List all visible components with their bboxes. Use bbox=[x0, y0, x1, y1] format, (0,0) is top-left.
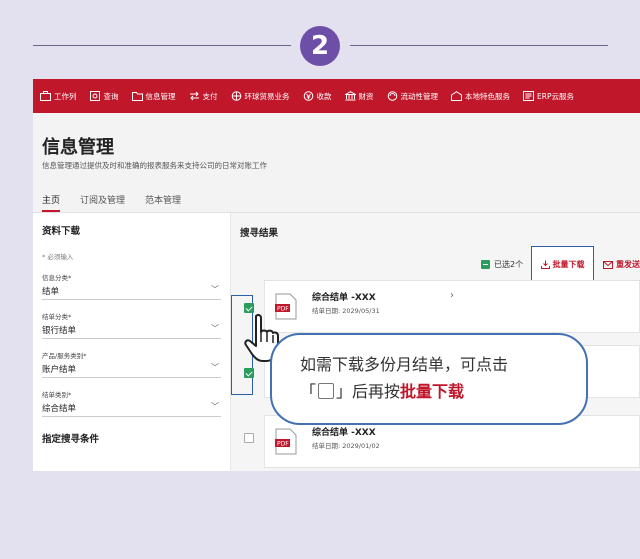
globe-icon bbox=[231, 91, 241, 101]
nav-item-global-trade[interactable]: 环球贸易业务 bbox=[231, 91, 290, 102]
filter-panel: 资料下载 * 必须输入 信息分类* 结单 ﹀ 结单分类* 银行结单 ﹀ 产品/服… bbox=[33, 213, 231, 471]
top-nav: 工作列 查询 信息管理 支付 环球贸易业务 收款 财资 流动性管理 本地特色服务… bbox=[33, 79, 640, 113]
nav-item-payment[interactable]: 支付 bbox=[189, 91, 218, 102]
callout-highlight: 批量下载 bbox=[400, 382, 465, 401]
page-subtitle: 信息管理通过提供及时和准确的报表服务来支持公司的日常对账工作 bbox=[42, 161, 267, 170]
page-title: 信息管理 bbox=[42, 137, 114, 158]
chevron-down-icon: ﹀ bbox=[211, 324, 219, 333]
chevron-down-icon: ﹀ bbox=[211, 363, 219, 372]
transfer-icon bbox=[189, 91, 199, 101]
result-checkbox-3[interactable] bbox=[244, 433, 254, 443]
search-criteria-title: 指定搜寻条件 bbox=[42, 434, 100, 445]
chevron-down-icon: ﹀ bbox=[211, 402, 219, 411]
money-icon bbox=[303, 91, 313, 101]
tab-home[interactable]: 主页 bbox=[42, 193, 61, 212]
nav-item-liquidity[interactable]: 流动性管理 bbox=[387, 91, 438, 102]
step-divider-left bbox=[33, 45, 291, 46]
liquidity-icon bbox=[387, 91, 397, 101]
chevron-down-icon: ﹀ bbox=[211, 285, 219, 294]
filter-section-title: 资料下载 bbox=[42, 226, 81, 237]
nav-item-treasury[interactable]: 财资 bbox=[344, 91, 374, 102]
product-service-select[interactable]: 产品/服务类别* 账户结单 ﹀ bbox=[42, 350, 221, 378]
resend-button[interactable]: 重发送 bbox=[603, 259, 640, 270]
search-doc-icon bbox=[89, 91, 100, 101]
step-divider-right bbox=[350, 45, 608, 46]
nav-item-info-management[interactable]: 信息管理 bbox=[131, 91, 176, 102]
treasury-icon bbox=[344, 91, 356, 101]
page-header: 信息管理 信息管理通过提供及时和准确的报表服务来支持公司的日常对账工作 主页 订… bbox=[33, 113, 640, 213]
nav-item-collection[interactable]: 收款 bbox=[303, 91, 332, 102]
tab-bar: 主页 订阅及管理 范本管理 bbox=[42, 193, 201, 212]
result-card-1[interactable]: PDF 综合结单 -XXX 结单日期: 2029/05/31 › bbox=[264, 280, 640, 333]
chevron-right-icon: › bbox=[450, 290, 454, 301]
statement-category-select[interactable]: 结单分类* 银行结单 ﹀ bbox=[42, 311, 221, 339]
result-checkbox-2[interactable] bbox=[244, 368, 254, 378]
nav-item-worklist[interactable]: 工作列 bbox=[40, 91, 77, 102]
results-title: 搜寻结果 bbox=[240, 228, 279, 239]
svg-text:PDF: PDF bbox=[277, 441, 289, 448]
briefcase-icon bbox=[40, 91, 51, 101]
nav-item-inquiry[interactable]: 查询 bbox=[89, 91, 119, 102]
mail-icon bbox=[603, 260, 613, 269]
nav-item-erp-cloud[interactable]: ERP云服务 bbox=[523, 91, 574, 102]
folder-icon bbox=[131, 92, 143, 101]
nav-item-local-services[interactable]: 本地特色服务 bbox=[451, 91, 510, 102]
minus-checkbox-icon bbox=[481, 260, 490, 269]
statement-type-select[interactable]: 结单类别* 综合结单 ﹀ bbox=[42, 389, 221, 417]
selected-count: 已选2个 bbox=[481, 259, 523, 270]
step-number-badge: 2 bbox=[300, 26, 340, 66]
tab-subscription[interactable]: 订阅及管理 bbox=[80, 193, 125, 212]
batch-download-button[interactable]: 批量下载 bbox=[531, 246, 594, 282]
instruction-callout: 如需下载多份月结单，可点击 「」后再按批量下载 bbox=[270, 333, 588, 425]
pdf-icon: PDF bbox=[275, 428, 297, 455]
download-icon bbox=[540, 260, 550, 269]
required-note: * 必须输入 bbox=[42, 253, 74, 261]
checkbox-icon bbox=[318, 383, 335, 399]
cloud-icon bbox=[523, 91, 534, 101]
local-service-icon bbox=[451, 91, 462, 101]
tab-templates[interactable]: 范本管理 bbox=[145, 193, 181, 212]
info-category-select[interactable]: 信息分类* 结单 ﹀ bbox=[42, 272, 221, 300]
